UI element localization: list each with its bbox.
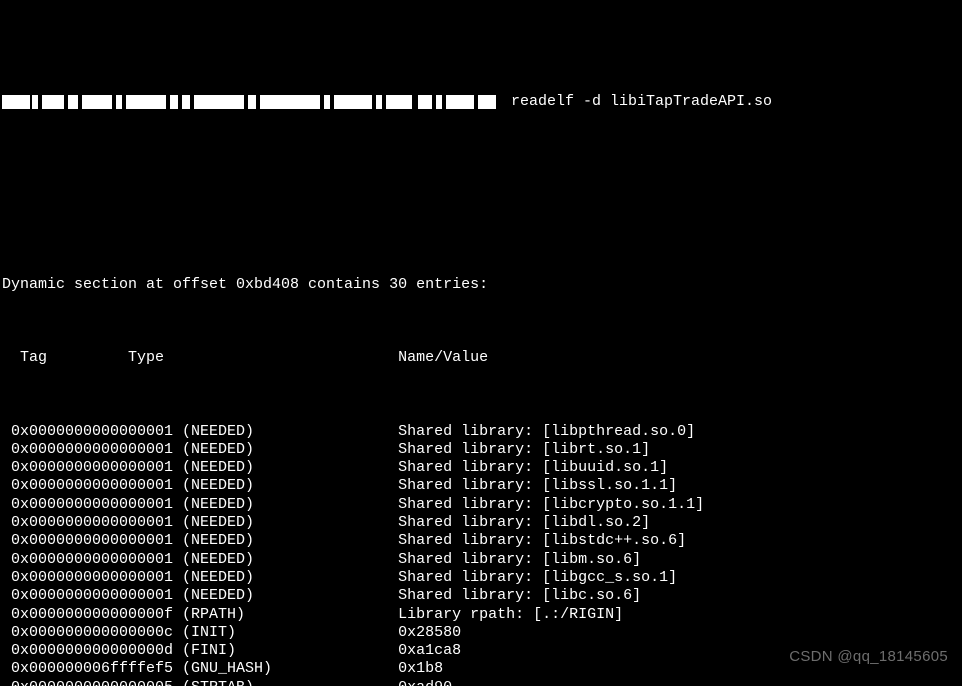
dynamic-entry: 0x0000000000000001 (NEEDED) Shared libra… [2,569,962,587]
dynamic-entry: 0x0000000000000001 (NEEDED) Shared libra… [2,551,962,569]
column-header: Tag Type Name/Value [2,349,962,367]
blank-line [2,203,962,221]
dynamic-entries: 0x0000000000000001 (NEEDED) Shared libra… [2,423,962,686]
terminal-output[interactable]: readelf -d libiTapTradeAPI.so Dynamic se… [0,0,962,686]
command-line: readelf -d libiTapTradeAPI.so [2,57,962,148]
dynamic-entry: 0x0000000000000001 (NEEDED) Shared libra… [2,496,962,514]
dynamic-entry: 0x0000000000000001 (NEEDED) Shared libra… [2,423,962,441]
dynamic-entry: 0x0000000000000001 (NEEDED) Shared libra… [2,477,962,495]
dynamic-entry: 0x0000000000000001 (NEEDED) Shared libra… [2,587,962,605]
dynamic-entry: 0x0000000000000001 (NEEDED) Shared libra… [2,514,962,532]
dynamic-entry: 0x0000000000000001 (NEEDED) Shared libra… [2,459,962,477]
dynamic-entry: 0x000000000000000f (RPATH) Library rpath… [2,606,962,624]
dynamic-entry: 0x000000000000000d (FINI) 0xa1ca8 [2,642,962,660]
redacted-prompt [2,57,502,148]
command-text: readelf -d libiTapTradeAPI.so [502,93,772,111]
dynamic-entry: 0x0000000000000005 (STRTAB) 0xad90 [2,679,962,686]
section-header: Dynamic section at offset 0xbd408 contai… [2,276,962,294]
dynamic-entry: 0x0000000000000001 (NEEDED) Shared libra… [2,441,962,459]
dynamic-entry: 0x0000000000000001 (NEEDED) Shared libra… [2,532,962,550]
dynamic-entry: 0x000000000000000c (INIT) 0x28580 [2,624,962,642]
dynamic-entry: 0x000000006ffffef5 (GNU_HASH) 0x1b8 [2,660,962,678]
